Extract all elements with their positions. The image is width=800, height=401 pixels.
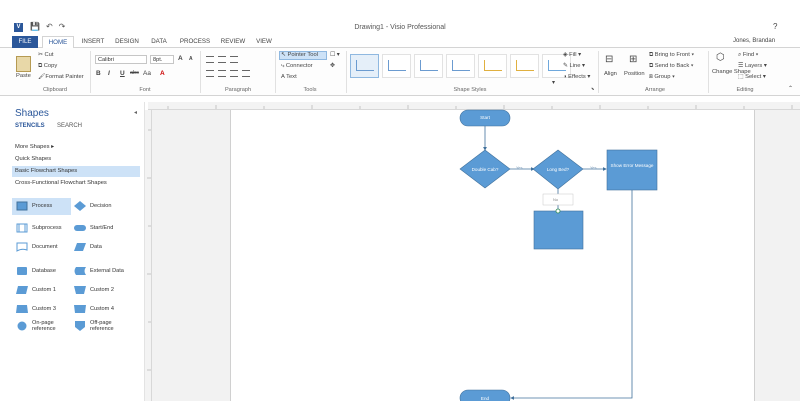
- long-bed-label: Long Bed?: [546, 167, 570, 172]
- show-error-label: Show Error Message: [610, 163, 654, 168]
- new-process-shape[interactable]: [533, 210, 584, 250]
- show-error-process[interactable]: [606, 149, 658, 191]
- double-cab-label: Double Cab?: [471, 167, 499, 172]
- no-label: No: [553, 197, 559, 202]
- end-label: End: [480, 396, 490, 401]
- yes-label-1: Yes: [516, 165, 523, 170]
- connection-point[interactable]: [555, 208, 561, 214]
- flowchart-diagram: [459, 109, 658, 401]
- yes-label-2: Yes: [590, 165, 597, 170]
- start-label: Start: [480, 115, 490, 120]
